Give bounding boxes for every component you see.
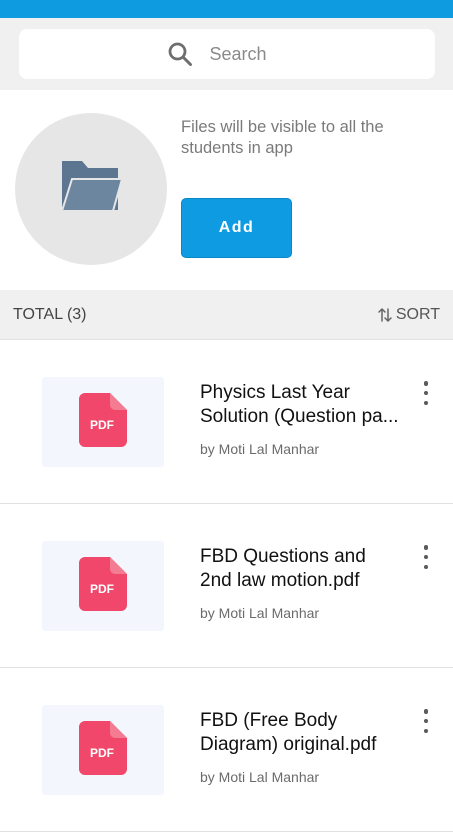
more-vert-icon[interactable] — [419, 381, 433, 405]
search-section: Search — [0, 18, 453, 90]
file-title-line-2: 2nd law motion.pdf — [200, 570, 360, 591]
file-title-line-2: Diagram) original.pdf — [200, 734, 377, 755]
file-author: by Moti Lal Manhar — [200, 441, 320, 457]
file-author: by Moti Lal Manhar — [200, 605, 320, 621]
sort-icon — [377, 306, 393, 324]
upload-promo: Files will be visible to all the student… — [0, 90, 453, 290]
search-placeholder: Search — [209, 43, 267, 64]
pdf-badge-text: PDF — [90, 746, 114, 760]
file-title-line-1: FBD Questions and — [200, 546, 366, 567]
list-item[interactable]: PDF FBD Questions and 2nd law motion.pdf… — [0, 504, 453, 668]
file-title: Physics Last Year Solution (Question pa.… — [200, 381, 410, 429]
file-list: PDF Physics Last Year Solution (Question… — [0, 340, 453, 832]
file-thumbnail: PDF — [42, 377, 164, 467]
total-count: TOTAL (3) — [13, 305, 87, 323]
file-title: FBD (Free Body Diagram) original.pdf — [200, 709, 410, 757]
pdf-badge-text: PDF — [90, 418, 114, 432]
list-header: TOTAL (3) SORT — [0, 290, 453, 340]
file-title-line-2: Solution (Question pa... — [200, 406, 399, 427]
file-thumbnail: PDF — [42, 541, 164, 631]
folder-illustration — [15, 113, 167, 265]
more-vert-icon[interactable] — [419, 545, 433, 569]
add-button[interactable]: Add — [181, 198, 292, 258]
list-item[interactable]: PDF Physics Last Year Solution (Question… — [0, 340, 453, 504]
file-title-line-1: Physics Last Year — [200, 382, 350, 403]
file-title: FBD Questions and 2nd law motion.pdf — [200, 545, 410, 593]
search-input[interactable]: Search — [19, 29, 435, 79]
file-author: by Moti Lal Manhar — [200, 769, 320, 785]
pdf-file-icon: PDF — [79, 720, 127, 780]
list-item[interactable]: PDF FBD (Free Body Diagram) original.pdf… — [0, 668, 453, 832]
status-bar — [0, 0, 453, 18]
file-title-line-1: FBD (Free Body — [200, 710, 338, 731]
pdf-badge-text: PDF — [90, 582, 114, 596]
pdf-file-icon: PDF — [79, 392, 127, 452]
sort-button[interactable]: SORT — [377, 306, 440, 324]
pdf-file-icon: PDF — [79, 556, 127, 616]
more-vert-icon[interactable] — [419, 709, 433, 733]
search-icon — [167, 41, 193, 67]
folder-icon — [58, 155, 124, 224]
sort-label: SORT — [395, 305, 440, 323]
promo-description: Files will be visible to all the student… — [181, 118, 384, 157]
file-thumbnail: PDF — [42, 705, 164, 795]
